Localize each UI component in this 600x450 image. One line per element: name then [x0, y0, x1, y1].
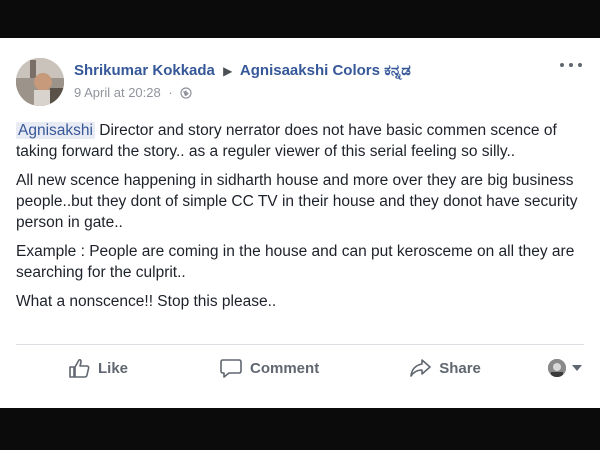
comment-button[interactable]: Comment	[220, 358, 319, 378]
actions-divider	[16, 344, 584, 345]
avatar-photo-icon	[16, 58, 64, 106]
globe-icon[interactable]	[180, 87, 192, 102]
post-as-selector[interactable]	[548, 359, 582, 377]
timestamp-line: 9 April at 20:28 ·	[74, 85, 411, 102]
post-timestamp[interactable]: 9 April at 20:28	[74, 85, 161, 100]
share-arrow-icon	[410, 359, 431, 377]
like-label: Like	[98, 359, 129, 377]
dot-icon	[578, 63, 582, 67]
paragraph-1-text: Director and story nerrator does not hav…	[16, 122, 557, 160]
mention-link[interactable]: Agnisakshi	[16, 122, 95, 139]
post-meta: Shrikumar Kokkada ▶ Agnisaakshi Colors ಕ…	[74, 62, 411, 102]
facebook-post-card: Shrikumar Kokkada ▶ Agnisaakshi Colors ಕ…	[0, 38, 600, 408]
author-avatar[interactable]	[16, 58, 64, 106]
dot-icon	[569, 63, 573, 67]
post-header: Shrikumar Kokkada ▶ Agnisaakshi Colors ಕ…	[16, 58, 584, 114]
author-line: Shrikumar Kokkada ▶ Agnisaakshi Colors ಕ…	[74, 62, 411, 79]
post-paragraph-2: All new scence happening in sidharth hou…	[16, 172, 578, 231]
target-page-name[interactable]: Agnisaakshi Colors ಕನ್ನಡ	[240, 62, 411, 79]
timestamp-separator: ·	[168, 85, 173, 100]
thumbs-up-icon	[69, 358, 90, 378]
share-button[interactable]: Share	[409, 358, 481, 378]
user-avatar-icon	[548, 359, 566, 377]
author-name[interactable]: Shrikumar Kokkada	[74, 62, 215, 79]
share-label: Share	[439, 359, 481, 377]
post-paragraph-4: What a nonscence!! Stop this please..	[16, 293, 277, 310]
more-options-icon[interactable]	[560, 58, 582, 72]
post-paragraph-1: Agnisakshi Director and story nerrator d…	[16, 120, 586, 162]
speech-bubble-icon	[220, 359, 242, 378]
post-paragraph-3: Example : People are coming in the house…	[16, 243, 575, 281]
like-button[interactable]: Like	[68, 358, 128, 378]
post-actions-bar: Like Comment Share	[16, 350, 584, 386]
dot-icon	[560, 63, 564, 67]
chevron-down-icon	[572, 365, 582, 371]
comment-label: Comment	[250, 359, 320, 377]
post-body: Agnisakshi Director and story nerrator d…	[16, 120, 586, 320]
arrow-right-icon: ▶	[223, 64, 233, 78]
